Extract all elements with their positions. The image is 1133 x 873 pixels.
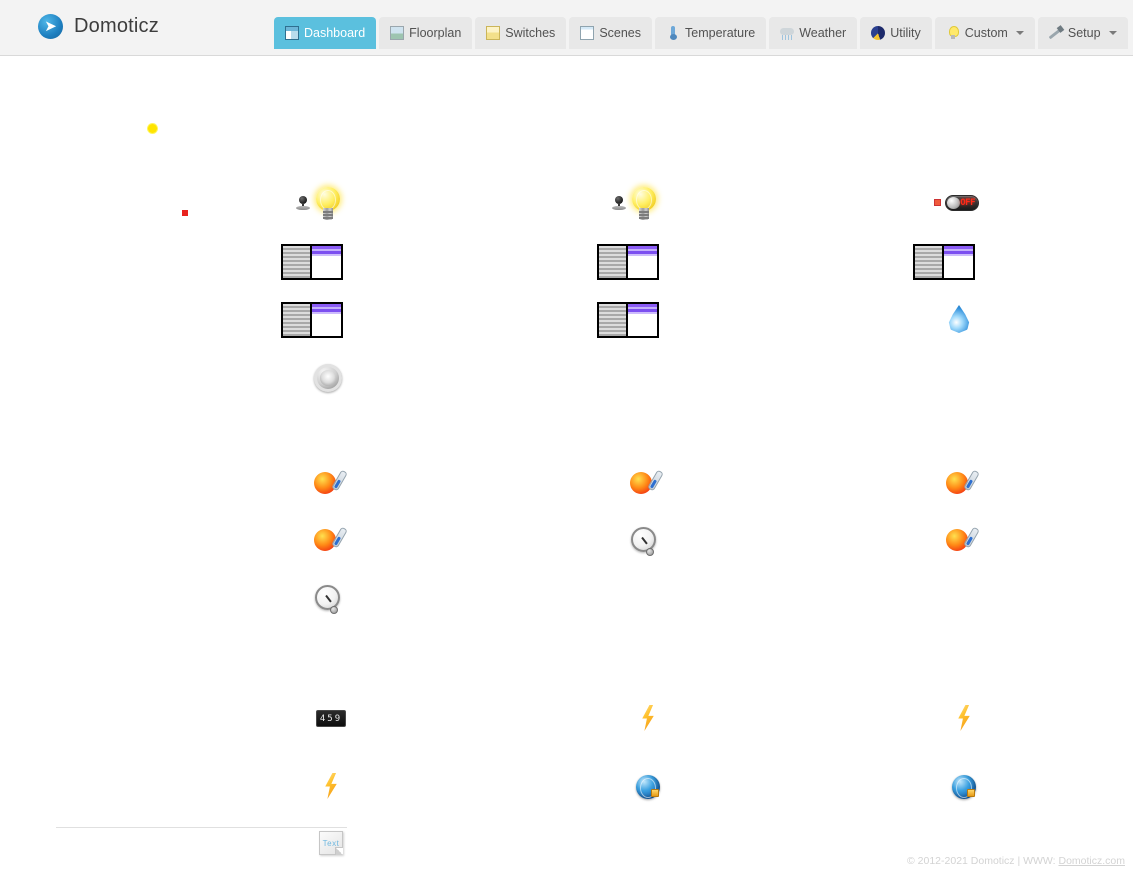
thermometer-col1-row1[interactable] [314, 469, 348, 498]
siren-col1[interactable] [314, 364, 342, 392]
brand-title: Domoticz [74, 15, 159, 37]
nav-tab-custom[interactable]: Custom [934, 17, 1035, 49]
blinds-open-half [312, 246, 341, 278]
thermometer-col2-row1[interactable] [630, 469, 664, 498]
dashboard-icon [285, 26, 299, 40]
footer-copyright: © 2012-2021 Domoticz | WWW: [907, 855, 1059, 867]
utility-icon [871, 26, 886, 40]
footer: © 2012-2021 Domoticz | WWW: Domoticz.com [907, 855, 1125, 867]
nav-tab-label: Custom [964, 26, 1008, 40]
toggle-state-label: OFF [960, 198, 975, 208]
energy-bolt-col1-row2[interactable] [325, 773, 337, 799]
blinds-open-half [944, 246, 973, 278]
globe-badge [651, 789, 659, 797]
toggle-status-pixel [934, 199, 941, 206]
blinds-closed-half [599, 304, 628, 336]
barometer-foot [646, 548, 654, 556]
blinds-closed-half [915, 246, 944, 278]
nav-tab-label: Floorplan [409, 26, 462, 40]
scenes-icon [580, 26, 595, 40]
temperature-icon [666, 26, 680, 40]
nav-tab-label: Switches [505, 26, 556, 40]
blinds-closed-half [599, 246, 628, 278]
setup-icon [1049, 26, 1063, 40]
bulb-base [639, 208, 649, 220]
nav-tab-setup[interactable]: Setup [1037, 17, 1128, 49]
water-drop-col3[interactable] [948, 305, 970, 333]
text-note-label: Text [322, 838, 340, 848]
lamp-icon-col1[interactable] [296, 196, 310, 212]
main-nav: Dashboard Floorplan Switches Scenes Temperat… [274, 17, 1128, 49]
barometer-foot [330, 606, 338, 614]
nav-tab-label: Setup [1067, 26, 1101, 40]
blinds-col1-row1[interactable] [281, 244, 343, 280]
barometer-col2-row2[interactable] [630, 527, 658, 557]
nav-tab-label: Utility [890, 26, 921, 40]
thermometer-col3-row2[interactable] [946, 526, 980, 555]
lamp-foot [612, 206, 626, 210]
text-note-col1[interactable]: Text [319, 831, 343, 855]
barometer-needle [325, 595, 332, 603]
alert-status-dot[interactable] [182, 210, 188, 216]
blinds-col2-row2[interactable] [597, 302, 659, 338]
chevron-down-icon [1015, 31, 1024, 35]
energy-bolt-col3[interactable] [958, 705, 970, 731]
brand-home-link[interactable]: ➤ Domoticz [38, 14, 159, 39]
toggle-knob [947, 197, 960, 209]
switch-off-toggle-col3[interactable]: OFF [934, 195, 979, 211]
energy-bolt-col2[interactable] [642, 705, 654, 731]
barometer-needle [641, 537, 648, 545]
dashboard-widget-area: OFF 459 Text [0, 56, 1133, 855]
blinds-open-half [312, 304, 341, 336]
top-navigation-bar: ➤ Domoticz Dashboard Floorplan Switches Sce… [0, 0, 1133, 56]
blinds-open-half [628, 246, 657, 278]
light-bulb-col1[interactable] [316, 187, 340, 221]
nav-tab-temperature[interactable]: Temperature [655, 17, 767, 49]
light-bulb-col2[interactable] [632, 187, 656, 221]
nav-tab-label: Weather [799, 26, 847, 40]
nav-tab-floorplan[interactable]: Floorplan [379, 17, 473, 49]
footer-website-link[interactable]: Domoticz.com [1058, 855, 1125, 867]
nav-tab-dashboard[interactable]: Dashboard [274, 17, 377, 49]
blinds-col1-row2[interactable] [281, 302, 343, 338]
nav-tab-label: Scenes [599, 26, 642, 40]
thermometer-col1-row2[interactable] [314, 526, 348, 555]
lamp-icon-col2[interactable] [612, 196, 626, 212]
thermometer-col3-row1[interactable] [946, 469, 980, 498]
energy-counter-col1[interactable]: 459 [316, 710, 346, 727]
blinds-closed-half [283, 304, 312, 336]
blinds-closed-half [283, 246, 312, 278]
lamp-foot [296, 206, 310, 210]
domoticz-logo-icon: ➤ [38, 14, 63, 39]
nav-tab-weather[interactable]: Weather [769, 17, 858, 49]
nav-tab-scenes[interactable]: Scenes [569, 17, 653, 49]
sun-status-dot[interactable] [148, 124, 157, 133]
weather-icon [780, 26, 795, 40]
bulb-base [323, 208, 333, 220]
switches-icon [486, 26, 501, 40]
internet-globe-col3[interactable] [952, 775, 976, 799]
content-divider [56, 827, 347, 828]
nav-tab-switches[interactable]: Switches [475, 17, 567, 49]
nav-tab-utility[interactable]: Utility [860, 17, 932, 49]
blinds-col3-row1[interactable] [913, 244, 975, 280]
floorplan-icon [390, 26, 405, 40]
blinds-open-half [628, 304, 657, 336]
internet-globe-col2[interactable] [636, 775, 660, 799]
custom-icon [946, 26, 960, 40]
nav-tab-label: Temperature [685, 26, 756, 40]
blinds-col2-row1[interactable] [597, 244, 659, 280]
globe-badge [967, 789, 975, 797]
nav-tab-label: Dashboard [304, 26, 366, 40]
chevron-down-icon [1108, 31, 1117, 35]
barometer-col1-row3[interactable] [314, 585, 342, 615]
